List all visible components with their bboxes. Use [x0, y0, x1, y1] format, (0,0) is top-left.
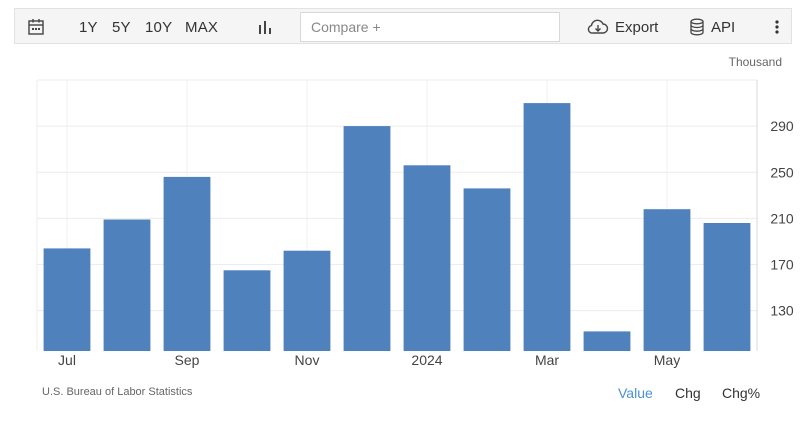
y-axis-ticks: 130 170 210 250 290 — [770, 118, 794, 319]
bar-feb[interactable] — [463, 188, 511, 351]
y-tick-label: 170 — [770, 257, 794, 273]
bar-2024[interactable] — [403, 165, 451, 351]
bar-sep[interactable] — [163, 176, 211, 351]
chart-bars — [43, 103, 751, 352]
bar-mar[interactable] — [523, 103, 571, 351]
bar-aug[interactable] — [103, 219, 151, 352]
x-tick-label: Jul — [58, 352, 76, 368]
x-tick-label: 2024 — [411, 352, 442, 368]
unit-label: Thousand — [729, 55, 782, 69]
x-tick-label: Mar — [535, 352, 559, 368]
x-tick-label: May — [654, 352, 680, 368]
bar-jul[interactable] — [43, 248, 91, 351]
bar-oct[interactable] — [223, 270, 271, 351]
y-tick-label: 250 — [770, 164, 794, 180]
bar-jun[interactable] — [703, 223, 751, 351]
y-tick-label: 210 — [770, 210, 794, 226]
x-axis-ticks: Jul Sep Nov 2024 Mar May — [58, 352, 680, 368]
x-tick-label: Sep — [175, 352, 200, 368]
bar-apr[interactable] — [583, 331, 631, 351]
change-percent-mode-button[interactable]: Chg% — [722, 385, 760, 401]
x-tick-label: Nov — [295, 352, 320, 368]
bar-chart: Thousand 130 170 210 250 290 Jul Sep Nov 2024 Ma… — [36, 55, 794, 368]
bar-dec[interactable] — [343, 126, 391, 351]
bar-may[interactable] — [643, 209, 691, 351]
source-label: U.S. Bureau of Labor Statistics — [42, 386, 193, 398]
y-tick-label: 290 — [770, 118, 794, 134]
value-mode-button[interactable]: Value — [618, 385, 653, 401]
change-mode-button[interactable]: Chg — [675, 385, 701, 401]
y-tick-label: 130 — [770, 303, 794, 319]
bar-nov[interactable] — [283, 250, 331, 351]
